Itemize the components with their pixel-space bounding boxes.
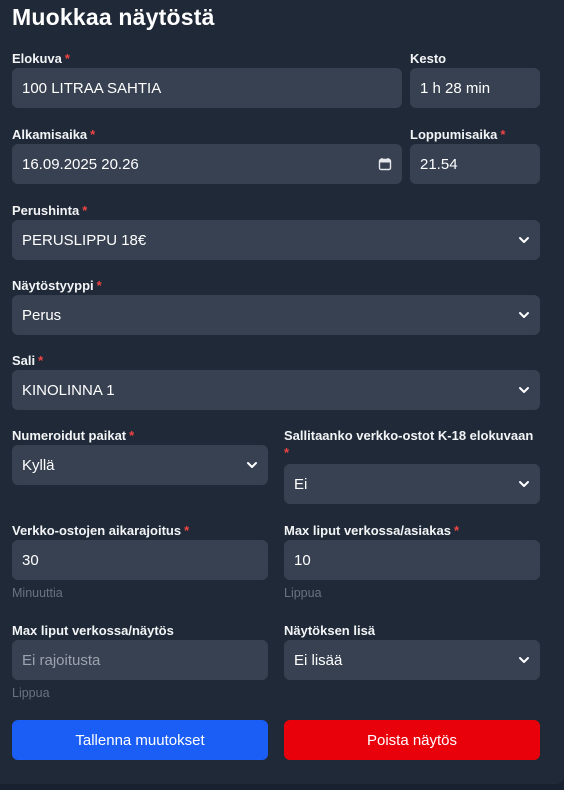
hall-value: KINOLINNA 1 <box>22 381 115 399</box>
chevron-down-icon <box>518 654 530 666</box>
movie-label: Elokuva * <box>12 51 70 66</box>
start-time-value: 16.09.2025 20.26 <box>22 155 139 173</box>
required-mark: * <box>500 127 506 142</box>
end-time-label: Loppumisaika * <box>410 127 506 142</box>
online-time-limit-label: Verkko-ostojen aikarajoitus * <box>12 523 190 538</box>
required-mark: * <box>38 353 44 368</box>
base-price-select[interactable]: PERUSLIPPU 18€ <box>12 220 540 260</box>
numbered-seats-value: Kyllä <box>22 456 55 474</box>
hall-select[interactable]: KINOLINNA 1 <box>12 370 540 410</box>
duration-value: 1 h 28 min <box>420 79 491 97</box>
required-mark: * <box>129 428 135 443</box>
base-price-label: Perushinta * <box>12 203 88 218</box>
page-title: Muokkaa näytöstä <box>12 4 215 30</box>
chevron-down-icon <box>518 309 530 321</box>
numbered-seats-select[interactable]: Kyllä <box>12 445 268 485</box>
chevron-down-icon <box>246 459 258 471</box>
k18-online-label: Sallitaanko verkko-ostot K-18 elokuvaan … <box>284 428 534 460</box>
start-time-label: Alkamisaika * <box>12 127 96 142</box>
end-time-input[interactable]: 21.54 <box>410 144 540 184</box>
chevron-down-icon <box>518 478 530 490</box>
show-type-select[interactable]: Perus <box>12 295 540 335</box>
required-mark: * <box>64 51 70 66</box>
edit-show-panel: Muokkaa näytöstä Elokuva * 100 LITRAA SAH… <box>0 0 564 784</box>
numbered-seats-label: Numeroidut paikat * <box>12 428 135 443</box>
delete-show-button[interactable]: Poista näytös <box>284 720 540 760</box>
max-per-customer-hint: Lippua <box>284 586 322 600</box>
show-extra-select[interactable]: Ei lisää <box>284 640 540 680</box>
max-per-show-placeholder: Ei rajoitusta <box>22 651 101 669</box>
calendar-icon[interactable] <box>378 157 392 171</box>
duration-label: Kesto <box>410 51 447 66</box>
hall-label: Sali * <box>12 353 44 368</box>
end-time-value: 21.54 <box>420 155 458 173</box>
base-price-value: PERUSLIPPU 18€ <box>22 231 147 249</box>
k18-online-select[interactable]: Ei <box>284 464 540 504</box>
max-per-customer-input[interactable]: 10 <box>284 540 540 580</box>
k18-online-value: Ei <box>294 475 308 493</box>
required-mark: * <box>96 278 102 293</box>
max-per-customer-value: 10 <box>294 551 311 569</box>
duration-field: 1 h 28 min <box>410 68 540 108</box>
required-mark: * <box>90 127 96 142</box>
save-button[interactable]: Tallenna muutokset <box>12 720 268 760</box>
show-type-value: Perus <box>22 306 62 324</box>
max-per-show-hint: Lippua <box>12 686 50 700</box>
required-mark: * <box>184 523 190 538</box>
start-time-input[interactable]: 16.09.2025 20.26 <box>12 144 402 184</box>
max-per-show-label: Max liput verkossa/näytös <box>12 623 174 638</box>
movie-field[interactable]: 100 LITRAA SAHTIA <box>12 68 402 108</box>
max-per-customer-label: Max liput verkossa/asiakas * <box>284 523 459 538</box>
max-per-show-input[interactable]: Ei rajoitusta <box>12 640 268 680</box>
online-time-limit-hint: Minuuttia <box>12 586 63 600</box>
chevron-down-icon <box>518 384 530 396</box>
chevron-down-icon <box>518 234 530 246</box>
movie-value: 100 LITRAA SAHTIA <box>22 79 162 97</box>
show-extra-label: Näytöksen lisä <box>284 623 376 638</box>
required-mark: * <box>82 203 88 218</box>
online-time-limit-value: 30 <box>22 551 39 569</box>
required-mark: * <box>284 445 290 460</box>
online-time-limit-input[interactable]: 30 <box>12 540 268 580</box>
show-type-label: Näytöstyyppi * <box>12 278 102 293</box>
show-extra-value: Ei lisää <box>294 651 343 669</box>
required-mark: * <box>453 523 459 538</box>
